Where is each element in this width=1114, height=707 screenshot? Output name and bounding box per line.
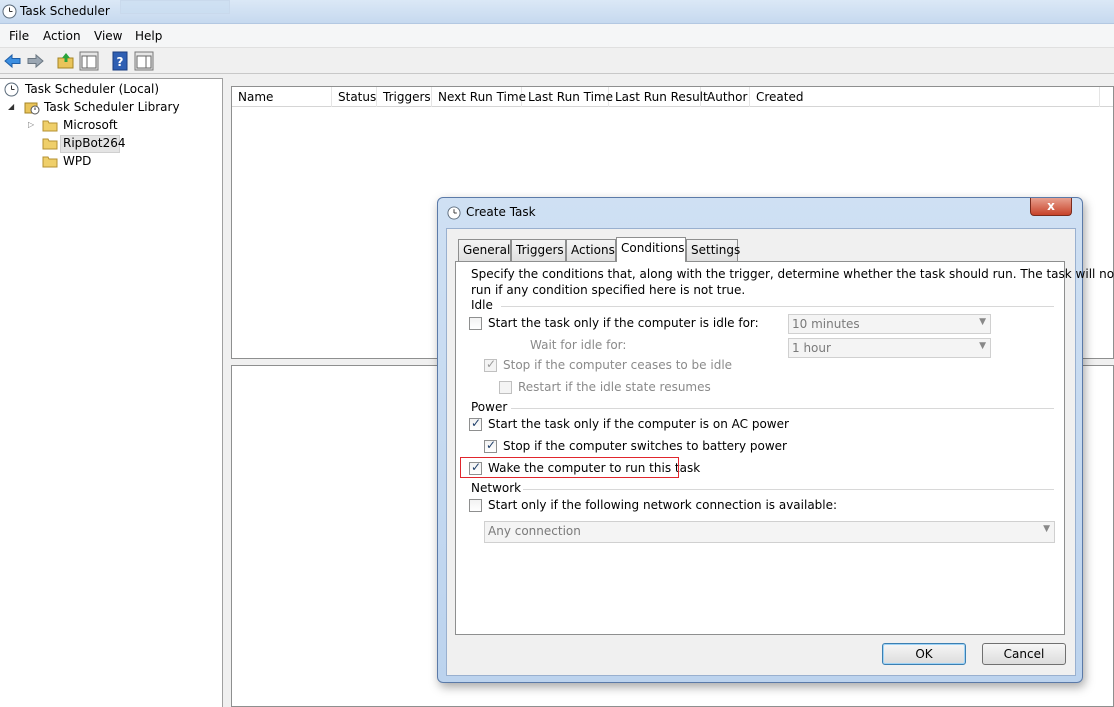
ac-power-checkbox[interactable] [469, 416, 482, 431]
menu-help[interactable]: Help [135, 29, 162, 43]
create-task-dialog: Create Task x General Triggers Actions C… [437, 197, 1114, 683]
column-next-run-time[interactable]: Next Run Time [432, 87, 526, 107]
chevron-down-icon: ▼ [979, 341, 986, 351]
idle-duration-combo[interactable]: 10 minutes ▼ [788, 314, 991, 334]
show-hide-console-tree-icon[interactable] [79, 51, 99, 71]
title-bar: Task Scheduler [0, 0, 1114, 24]
dialog-title: Create Task [466, 205, 536, 219]
column-last-run-result[interactable]: Last Run Result [609, 87, 708, 107]
network-label: Start only if the following network conn… [488, 498, 838, 512]
ac-power-label: Start the task only if the computer is o… [488, 417, 789, 431]
tab-triggers[interactable]: Triggers [511, 239, 566, 261]
show-hide-action-pane-icon[interactable] [134, 51, 154, 71]
column-created[interactable]: Created [750, 87, 1100, 107]
start-if-idle-checkbox[interactable] [469, 317, 482, 330]
description-text: Specify the conditions that, along with … [471, 267, 1114, 281]
help-icon[interactable]: ? [110, 51, 130, 71]
close-button[interactable]: x [1030, 198, 1072, 216]
column-last-run-time[interactable]: Last Run Time [522, 87, 613, 107]
power-separator [511, 408, 1054, 409]
description-text-2: run if any condition specified here is n… [471, 283, 746, 297]
column-triggers[interactable]: Triggers [377, 87, 432, 107]
wait-for-idle-label: Wait for idle for: [530, 338, 627, 352]
clock-icon [4, 82, 19, 100]
start-if-idle-label: Start the task only if the computer is i… [488, 316, 759, 330]
stop-if-not-idle-checkbox[interactable] [484, 357, 497, 372]
cancel-button[interactable]: Cancel [982, 643, 1066, 665]
collapsed-triangle-icon[interactable]: ▷ [28, 120, 34, 129]
menu-file[interactable]: File [9, 29, 29, 43]
battery-label: Stop if the computer switches to battery… [503, 439, 787, 453]
console-tree: Task Scheduler (Local) ◢ Task Scheduler … [0, 78, 223, 707]
svg-text:?: ? [117, 55, 124, 69]
folder-up-icon[interactable] [56, 51, 76, 71]
wait-duration-combo[interactable]: 1 hour ▼ [788, 338, 991, 358]
menu-view[interactable]: View [94, 29, 122, 43]
battery-checkbox[interactable] [484, 438, 497, 453]
conditions-panel: Specify the conditions that, along with … [455, 261, 1114, 635]
tree-item-label: WPD [63, 154, 92, 168]
chevron-down-icon: ▼ [1043, 524, 1050, 534]
idle-section-label: Idle [471, 298, 493, 312]
tab-actions[interactable]: Actions [566, 239, 616, 261]
tree-library-label: Task Scheduler Library [44, 100, 180, 114]
annotation-highlight-box [460, 457, 679, 478]
tree-item-label: Microsoft [63, 118, 118, 132]
network-separator [523, 489, 1054, 490]
network-connection-value: Any connection [488, 524, 581, 538]
stop-if-not-idle-label: Stop if the computer ceases to be idle [503, 358, 733, 372]
menu-action[interactable]: Action [43, 29, 81, 43]
network-checkbox[interactable] [469, 499, 482, 512]
window-title: Task Scheduler [20, 4, 110, 18]
restart-idle-checkbox[interactable] [499, 381, 512, 394]
chevron-down-icon: ▼ [979, 317, 986, 327]
menu-bar: File Action View Help [0, 24, 1114, 48]
restart-idle-label: Restart if the idle state resumes [518, 380, 711, 394]
tab-conditions[interactable]: Conditions [616, 237, 686, 262]
idle-separator [501, 306, 1054, 307]
close-icon: x [1047, 199, 1055, 213]
network-connection-combo[interactable]: Any connection ▼ [484, 521, 1055, 543]
tab-general[interactable]: General [458, 239, 511, 261]
tree-item-label: RipBot264 [63, 136, 126, 150]
back-arrow-icon[interactable] [3, 51, 23, 71]
network-section-label: Network [471, 481, 522, 495]
forward-arrow-icon[interactable] [25, 51, 45, 71]
wait-duration-value: 1 hour [792, 341, 831, 355]
toolbar: ? [0, 48, 1114, 74]
folder-icon [42, 137, 58, 150]
folder-icon [42, 155, 58, 168]
background-tab-ghost [120, 0, 230, 14]
column-status[interactable]: Status [332, 87, 377, 107]
power-section-label: Power [471, 400, 508, 414]
idle-duration-value: 10 minutes [792, 317, 860, 331]
folder-clock-icon [24, 100, 40, 118]
tree-root-label: Task Scheduler (Local) [25, 82, 160, 96]
clock-icon [2, 4, 17, 22]
ok-button[interactable]: OK [882, 643, 966, 665]
column-name[interactable]: Name [232, 87, 332, 107]
clock-icon [447, 206, 461, 223]
expanded-triangle-icon[interactable]: ◢ [8, 102, 14, 111]
dialog-body: General Triggers Actions Conditions Sett… [446, 228, 1114, 676]
tab-settings[interactable]: Settings [686, 239, 740, 261]
folder-icon [42, 119, 58, 132]
task-list-header: Name Status Triggers Next Run Time Last … [232, 87, 1113, 107]
column-author[interactable]: Author [701, 87, 750, 107]
